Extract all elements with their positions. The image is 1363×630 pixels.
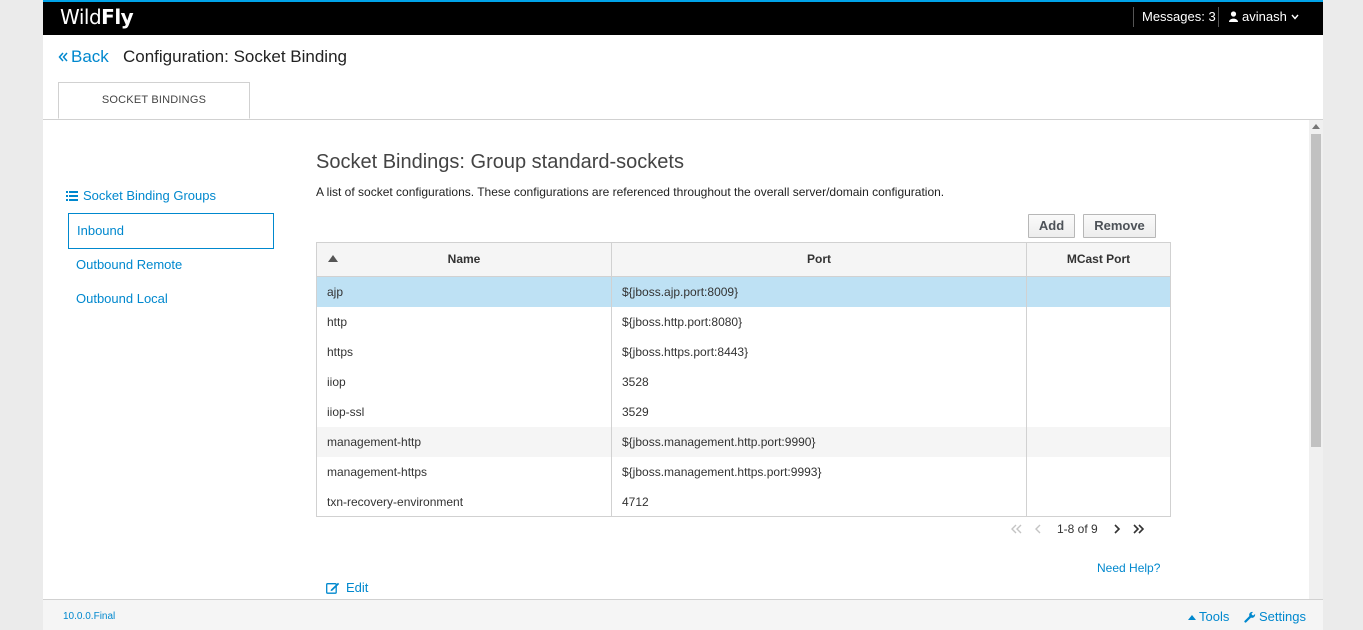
cell-name: http xyxy=(317,307,612,337)
previous-page-button[interactable] xyxy=(1027,520,1049,538)
cell-name: https xyxy=(317,337,612,367)
navbar-divider xyxy=(1218,7,1219,27)
tab-socket-bindings[interactable]: SOCKET BINDINGS xyxy=(58,82,250,119)
last-page-button[interactable] xyxy=(1128,520,1150,538)
table-row[interactable]: txn-recovery-environment 4712 xyxy=(317,487,1170,516)
cell-port: 3529 xyxy=(612,397,1027,427)
column-header-label: Name xyxy=(447,252,481,266)
table-row[interactable]: management-http ${jboss.management.http.… xyxy=(317,427,1170,457)
back-label: Back xyxy=(71,47,109,66)
remove-button[interactable]: Remove xyxy=(1083,214,1156,238)
edit-link[interactable]: Edit xyxy=(326,580,368,595)
add-button[interactable]: Add xyxy=(1028,214,1075,238)
navbar-divider xyxy=(1133,7,1134,27)
cell-mcast-port xyxy=(1027,337,1170,367)
footer: 10.0.0.Final Tools Settings xyxy=(43,599,1323,630)
edit-icon xyxy=(326,582,340,594)
table-row[interactable]: ajp ${jboss.ajp.port:8009} xyxy=(317,277,1170,307)
next-page-button[interactable] xyxy=(1106,520,1128,538)
table-row[interactable]: iiop 3528 xyxy=(317,367,1170,397)
app-window: WildFly Messages: 3 avinash Back Configu… xyxy=(43,0,1323,630)
cell-name: ajp xyxy=(317,277,612,307)
section-title: Socket Bindings: Group standard-sockets xyxy=(316,151,684,173)
list-icon xyxy=(66,190,78,201)
messages-link[interactable]: Messages: 3 xyxy=(1142,9,1216,24)
page-title: Configuration: Socket Binding xyxy=(123,47,347,66)
settings-label: Settings xyxy=(1259,609,1306,624)
brand-light-text: Wild xyxy=(60,5,102,29)
cell-name: management-http xyxy=(317,427,612,457)
user-icon xyxy=(1229,11,1238,22)
cell-mcast-port xyxy=(1027,367,1170,397)
edit-label: Edit xyxy=(346,580,369,595)
version-link[interactable]: 10.0.0.Final xyxy=(63,611,115,622)
cell-mcast-port xyxy=(1027,487,1170,516)
sidebar-heading-socket-binding-groups[interactable]: Socket Binding Groups xyxy=(66,188,216,203)
table-row[interactable]: iiop-ssl 3529 xyxy=(317,397,1170,427)
tools-menu[interactable]: Tools xyxy=(1188,609,1229,624)
socket-bindings-table: Name Port MCast Port ajp ${jboss.ajp.por… xyxy=(316,242,1171,517)
table-row[interactable]: management-https ${jboss.management.http… xyxy=(317,457,1170,487)
double-chevron-right-icon xyxy=(1133,524,1144,534)
cell-port: ${jboss.https.port:8443} xyxy=(612,337,1027,367)
column-header-mcast-port[interactable]: MCast Port xyxy=(1027,243,1170,276)
sidebar-item-inbound[interactable]: Inbound xyxy=(68,213,274,249)
cell-port: ${jboss.http.port:8080} xyxy=(612,307,1027,337)
brand-bold-text: Fly xyxy=(101,5,134,29)
cell-port: 4712 xyxy=(612,487,1027,516)
page-header: Back Configuration: Socket Binding SOCKE… xyxy=(43,35,1323,120)
sidebar-item-outbound-local[interactable]: Outbound Local xyxy=(68,282,274,318)
caret-up-icon xyxy=(1188,614,1196,620)
wildfly-logo[interactable]: WildFly xyxy=(60,5,134,29)
top-navbar: WildFly Messages: 3 avinash xyxy=(43,0,1323,35)
pager-label: 1-8 of 9 xyxy=(1057,522,1098,536)
cell-mcast-port xyxy=(1027,427,1170,457)
need-help-link[interactable]: Need Help? xyxy=(1097,561,1160,575)
chevron-right-icon xyxy=(1114,524,1120,534)
cell-name: management-https xyxy=(317,457,612,487)
sidebar-heading-label: Socket Binding Groups xyxy=(83,188,216,203)
tools-label: Tools xyxy=(1199,609,1230,624)
cell-name: iiop xyxy=(317,367,612,397)
column-header-port[interactable]: Port xyxy=(612,243,1027,276)
cell-port: ${jboss.ajp.port:8009} xyxy=(612,277,1027,307)
cell-port: ${jboss.management.https.port:9993} xyxy=(612,457,1027,487)
user-name: avinash xyxy=(1242,9,1287,24)
cell-mcast-port xyxy=(1027,397,1170,427)
back-button[interactable]: Back xyxy=(58,47,109,67)
table-header: Name Port MCast Port xyxy=(317,243,1170,277)
table-row[interactable]: https ${jboss.https.port:8443} xyxy=(317,337,1170,367)
double-chevron-left-icon xyxy=(1011,524,1022,534)
scrollbar[interactable] xyxy=(1309,120,1323,599)
section-description: A list of socket configurations. These c… xyxy=(316,185,945,199)
sidebar-item-outbound-remote[interactable]: Outbound Remote xyxy=(68,248,274,284)
cell-mcast-port xyxy=(1027,307,1170,337)
sort-ascending-icon xyxy=(328,255,338,262)
column-header-name[interactable]: Name xyxy=(317,243,612,276)
user-menu[interactable]: avinash xyxy=(1229,9,1299,24)
cell-mcast-port xyxy=(1027,277,1170,307)
cell-name: txn-recovery-environment xyxy=(317,487,612,516)
settings-link[interactable]: Settings xyxy=(1244,609,1306,624)
cell-mcast-port xyxy=(1027,457,1170,487)
table-row[interactable]: http ${jboss.http.port:8080} xyxy=(317,307,1170,337)
double-chevron-left-icon xyxy=(58,52,68,62)
cell-name: iiop-ssl xyxy=(317,397,612,427)
wrench-icon xyxy=(1244,611,1256,623)
scrollbar-thumb[interactable] xyxy=(1311,134,1321,447)
scroll-up-icon[interactable] xyxy=(1312,124,1320,129)
first-page-button[interactable] xyxy=(1005,520,1027,538)
table-pager: 1-8 of 9 xyxy=(1005,520,1150,538)
chevron-down-icon xyxy=(1291,14,1299,20)
chevron-left-icon xyxy=(1035,524,1041,534)
cell-port: 3528 xyxy=(612,367,1027,397)
cell-port: ${jboss.management.http.port:9990} xyxy=(612,427,1027,457)
